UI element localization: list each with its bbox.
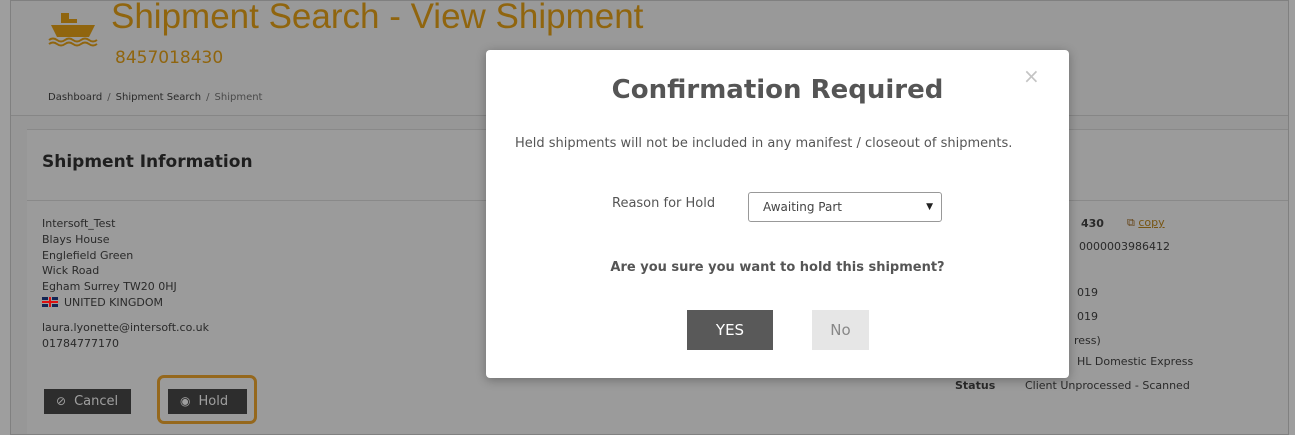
dialog-message: Held shipments will not be included in a… [515, 136, 1013, 151]
no-button[interactable]: No [812, 310, 869, 350]
reason-selected-value: Awaiting Part [763, 200, 842, 214]
reason-select[interactable]: Awaiting Part ▼ [748, 192, 942, 222]
confirmation-question: Are you sure you want to hold this shipm… [610, 260, 945, 275]
caret-down-icon: ▼ [926, 202, 933, 212]
yes-button[interactable]: YES [687, 310, 773, 350]
reason-label: Reason for Hold [612, 196, 716, 211]
close-icon[interactable]: × [1023, 64, 1040, 88]
confirmation-dialog: Confirmation Required × Held shipments w… [486, 50, 1069, 378]
dialog-title: Confirmation Required [611, 75, 944, 105]
